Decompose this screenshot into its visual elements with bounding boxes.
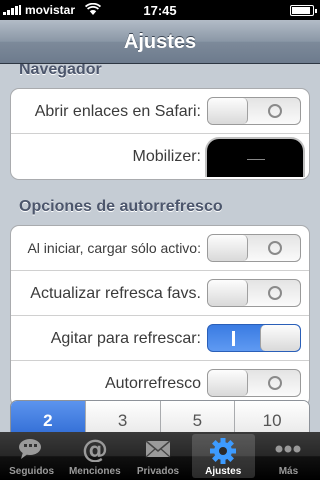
tab-label: Ajustes [205,466,242,477]
more-dots-icon [275,445,301,453]
svg-text:@: @ [82,436,108,462]
refresh-settings-group: Al iniciar, cargar sólo activo: Actualiz… [10,225,310,407]
load-active-only-switch[interactable] [207,234,301,262]
settings-list[interactable]: Navegador Abrir enlaces en Safari: Mobil… [0,64,320,432]
at-sign-icon: @ [82,436,108,462]
shake-to-refresh-switch[interactable] [207,324,301,352]
tab-label: Menciones [68,466,121,477]
row-label: Abrir enlaces en Safari: [34,103,201,120]
interval-option-5[interactable]: 5 [160,401,236,432]
speech-bubbles-icon [18,439,41,459]
row-mobilizer[interactable]: Mobilizer: [11,134,309,179]
auto-refresh-switch[interactable] [207,369,301,397]
interval-option-10[interactable]: 10 [235,401,309,432]
row-shake-to-refresh: Agitar para refrescar: [11,316,309,361]
browser-settings-group: Abrir enlaces en Safari: Mobilizer: [10,88,310,180]
tab-label: Privados [136,466,180,477]
row-label: Mobilizer: [132,148,201,165]
battery-icon [290,5,317,16]
gear-icon [210,438,237,464]
envelope-icon [145,440,171,458]
section-header-navegador: Navegador [19,64,102,78]
tab-mas[interactable]: Más [257,432,320,480]
tab-label: Más [278,466,299,477]
page-title: Ajustes [123,31,197,53]
navigation-bar: Ajustes [0,20,320,64]
tab-label: Seguidos [9,466,55,477]
row-label: Agitar para refrescar: [50,330,201,347]
mobilizer-device-image[interactable] [205,137,305,177]
status-time: 17:45 [143,3,177,18]
row-label: Actualizar refresca favs. [30,285,201,302]
section-header-autorrefresco: Opciones de autorrefresco [19,198,223,215]
tab-ajustes[interactable]: Ajustes [191,434,255,478]
tab-bar: Seguidos @ Menciones Privados Ajustes Má… [0,432,320,480]
row-label: Al iniciar, cargar sólo activo: [27,240,201,256]
row-load-active-only: Al iniciar, cargar sólo activo: [11,226,309,271]
refresh-interval-selector: 2 3 5 10 [10,400,310,432]
refresh-favs-switch[interactable] [207,279,301,307]
interval-option-2[interactable]: 2 [11,401,86,432]
open-in-safari-switch[interactable] [207,97,301,125]
tab-seguidos[interactable]: Seguidos [0,432,63,480]
tab-privados[interactable]: Privados [126,432,189,480]
status-bar: movistar 17:45 [0,0,320,20]
row-refresh-favs: Actualizar refresca favs. [11,271,309,316]
row-open-links-safari: Abrir enlaces en Safari: [11,89,309,134]
tab-menciones[interactable]: @ Menciones [63,432,126,480]
interval-option-3[interactable]: 3 [85,401,161,432]
